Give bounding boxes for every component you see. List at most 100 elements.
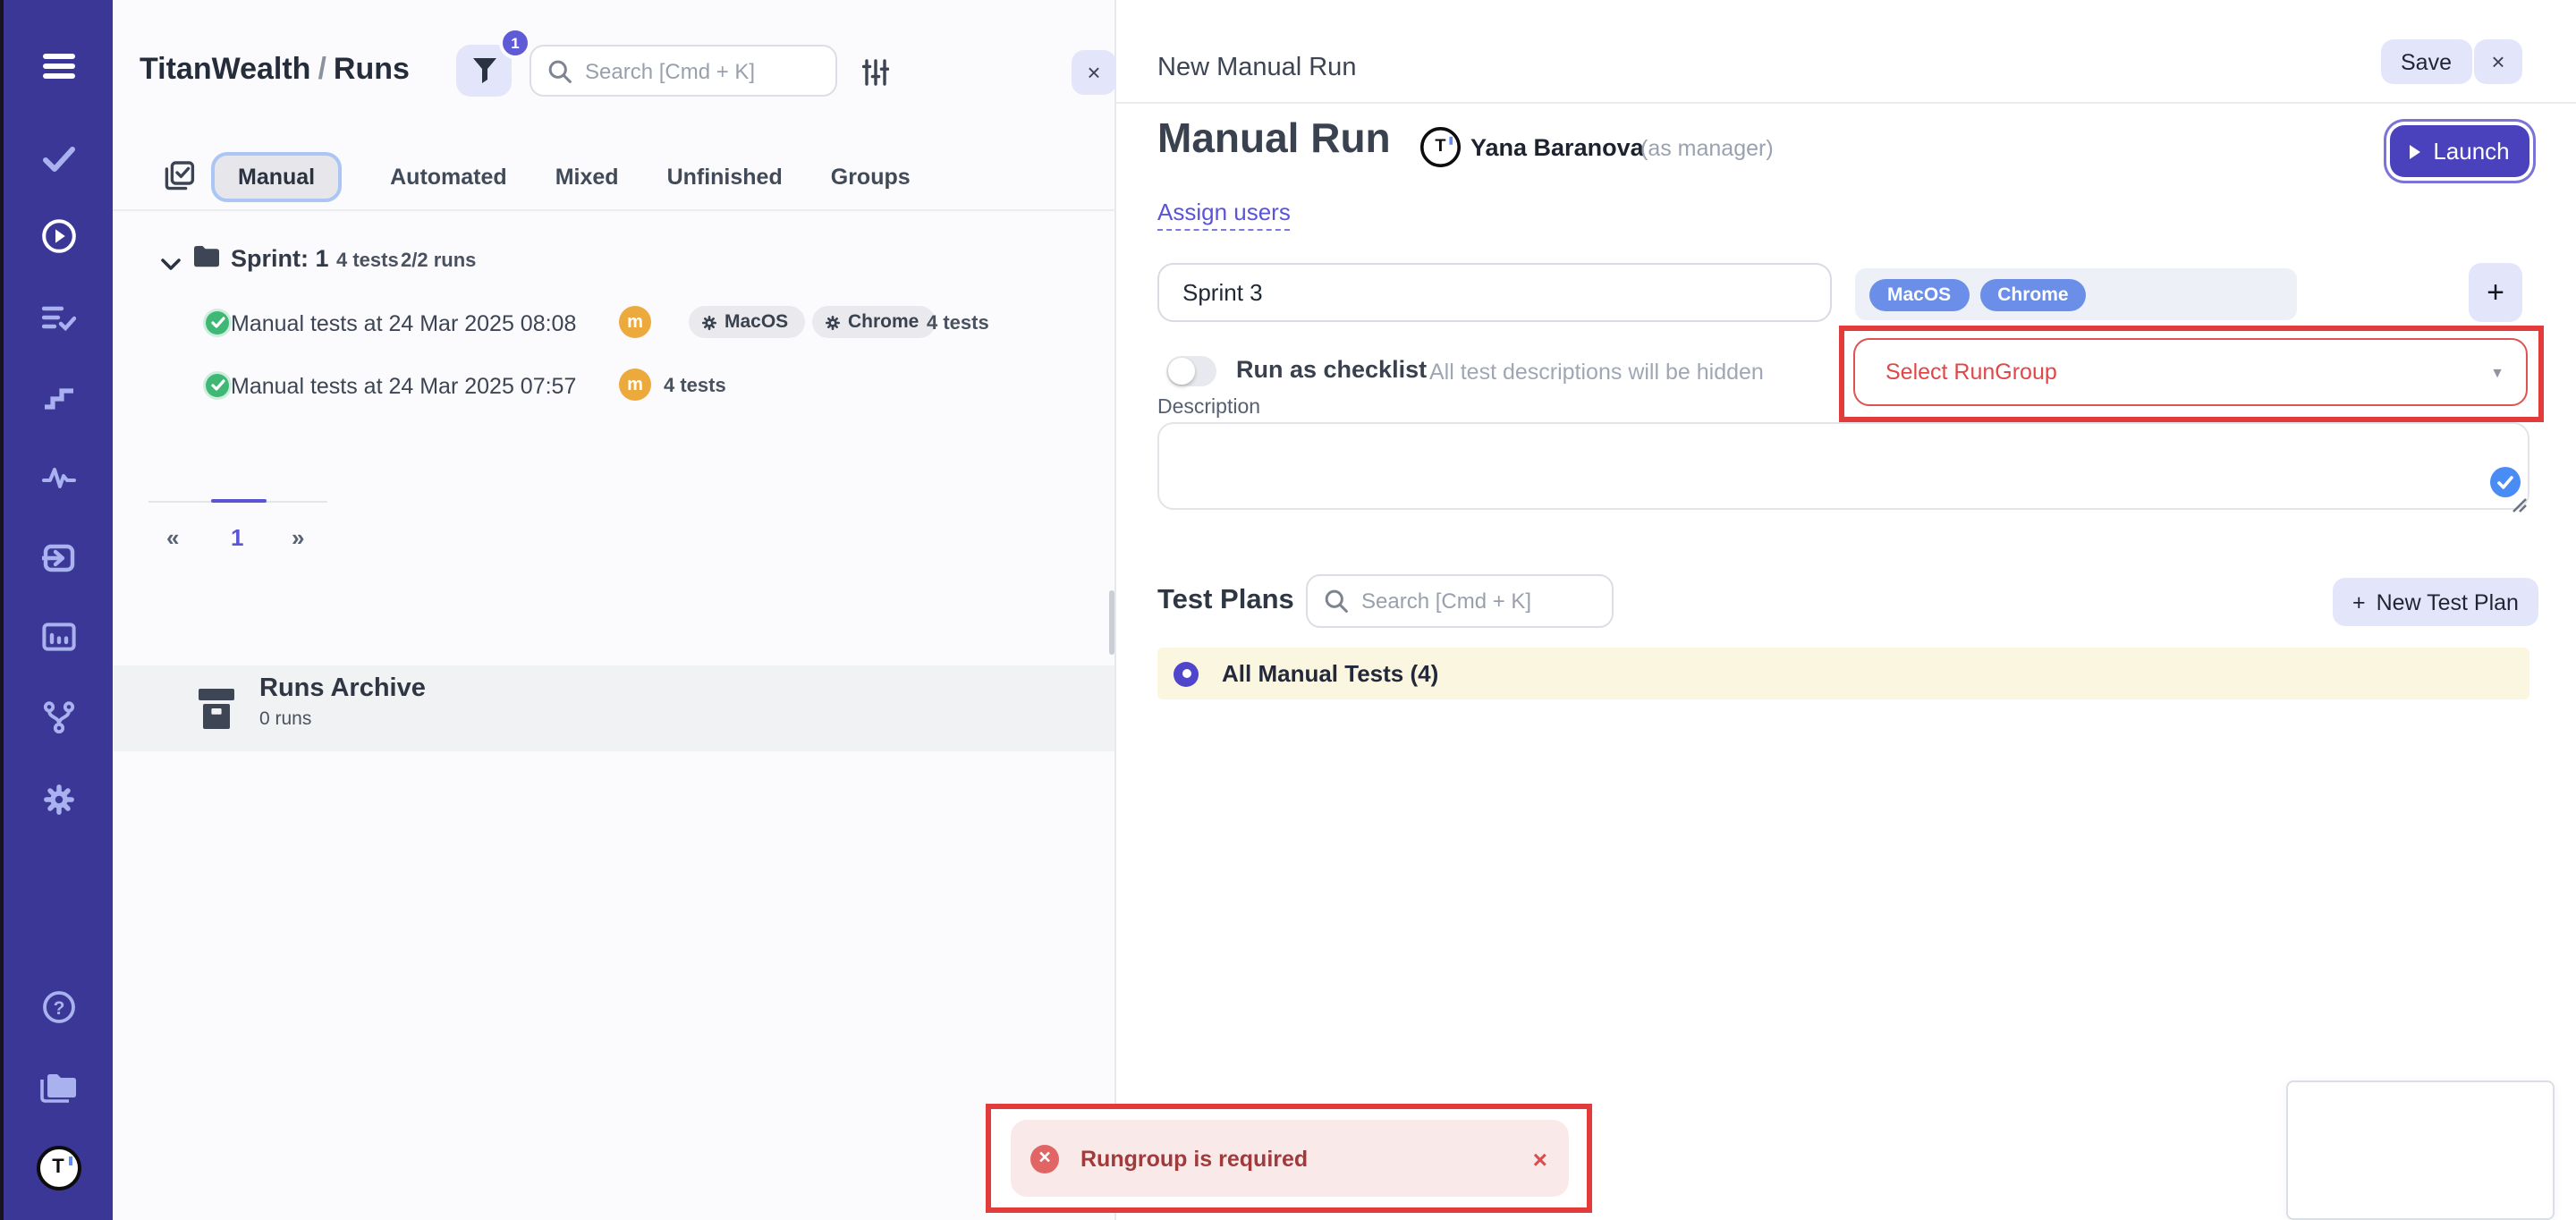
run-row[interactable]: Manual tests at 24 Mar 2025 08:08 m MacO… xyxy=(113,306,1116,342)
folder-icon[interactable] xyxy=(39,1072,77,1103)
test-plan-radio-icon[interactable] xyxy=(1174,661,1199,686)
settings-gear-icon[interactable] xyxy=(41,783,75,817)
archive-box-icon xyxy=(197,685,236,741)
pagination-next[interactable]: » xyxy=(292,524,304,551)
assign-users-link[interactable]: Assign users xyxy=(1157,199,1291,231)
new-run-panel: New Manual Run Save × Manual Run T Yana … xyxy=(1116,0,2576,1220)
run-type-tabs: Manual Automated Mixed Unfinished Groups xyxy=(113,150,1116,204)
tab-manual[interactable]: Manual xyxy=(211,152,342,202)
list-check-icon[interactable] xyxy=(41,305,75,332)
checklist-hint: All test descriptions will be hidden xyxy=(1429,360,1764,385)
env-pill-chrome: Chrome xyxy=(812,306,935,338)
runs-search-input[interactable] xyxy=(585,58,835,83)
resize-handle[interactable] xyxy=(2510,490,2528,522)
run-tests-count: 4 tests xyxy=(664,376,726,397)
test-plans-heading: Test Plans xyxy=(1157,585,1294,617)
divider xyxy=(113,209,1116,211)
steps-icon[interactable] xyxy=(42,385,74,410)
adjustments-icon[interactable] xyxy=(857,54,893,89)
breadcrumb: TitanWealth/Runs xyxy=(140,52,410,88)
pagination-page-1[interactable]: 1 xyxy=(231,524,243,551)
pagination-prev[interactable]: « xyxy=(166,524,179,551)
help-icon[interactable]: ? xyxy=(41,990,75,1024)
folder-runs-count: 2/2 runs xyxy=(401,250,476,272)
runs-search[interactable] xyxy=(530,45,837,97)
run-tests-count: 4 tests xyxy=(927,313,989,335)
svg-text:?: ? xyxy=(53,998,64,1019)
funnel-icon xyxy=(471,57,496,84)
panel-title: New Manual Run xyxy=(1157,54,1356,82)
search-icon xyxy=(547,58,572,83)
run-row[interactable]: Manual tests at 24 Mar 2025 07:57 m 4 te… xyxy=(113,369,1116,404)
test-plans-search-input[interactable] xyxy=(1361,589,1612,614)
test-plan-item-all-manual[interactable]: All Manual Tests (4) xyxy=(1157,648,2529,699)
breadcrumb-current: Runs xyxy=(334,52,410,86)
sprint-folder-row[interactable]: Sprint: 1 4 tests 2/2 runs xyxy=(113,241,1116,281)
branch-icon[interactable] xyxy=(42,701,74,733)
close-panel-button[interactable]: × xyxy=(1072,50,1116,95)
pagination-active-indicator xyxy=(211,499,267,503)
main-sidebar: ? T xyxy=(4,0,113,1220)
env-tag-macos[interactable]: MacOS xyxy=(1869,278,1969,310)
toast-message: Rungroup is required xyxy=(1080,1146,1308,1171)
plus-icon: + xyxy=(2352,589,2366,614)
add-environment-button[interactable]: + xyxy=(2469,263,2522,322)
manual-badge: m xyxy=(619,306,651,338)
archive-subtitle: 0 runs xyxy=(259,708,311,730)
bar-chart-icon[interactable] xyxy=(41,623,75,651)
play-circle-icon[interactable] xyxy=(40,218,76,254)
search-icon xyxy=(1324,589,1349,614)
env-pill-macos: MacOS xyxy=(689,306,804,338)
archive-title: Runs Archive xyxy=(259,674,426,703)
toast-close-icon[interactable]: × xyxy=(1533,1144,1547,1173)
check-icon[interactable] xyxy=(41,146,75,173)
play-icon xyxy=(2410,144,2420,158)
manager-avatar: T xyxy=(1420,127,1461,167)
runs-archive-row[interactable]: Runs Archive 0 runs xyxy=(113,665,1114,751)
environments-box[interactable]: MacOS Chrome xyxy=(1855,268,2297,320)
passed-status-icon xyxy=(206,374,229,397)
manager-name: Yana Baranova xyxy=(1470,134,1644,161)
gear-icon xyxy=(825,314,841,330)
tab-automated[interactable]: Automated xyxy=(390,152,507,202)
launch-button[interactable]: Launch xyxy=(2390,125,2529,177)
tab-groups[interactable]: Groups xyxy=(831,152,911,202)
tab-unfinished[interactable]: Unfinished xyxy=(667,152,783,202)
new-test-plan-button[interactable]: + New Test Plan xyxy=(2333,578,2538,626)
tab-mixed[interactable]: Mixed xyxy=(555,152,619,202)
run-title[interactable]: Manual tests at 24 Mar 2025 07:57 xyxy=(231,374,576,399)
app-logo[interactable]: T xyxy=(36,1146,80,1190)
folder-name[interactable]: Sprint: 1 xyxy=(231,245,329,272)
save-button[interactable]: Save xyxy=(2381,39,2471,84)
menu-icon[interactable] xyxy=(40,52,76,80)
description-label: Description xyxy=(1157,397,1260,419)
description-textarea[interactable] xyxy=(1157,422,2529,510)
checklist-label: Run as checklist xyxy=(1236,356,1427,383)
filter-count-badge: 1 xyxy=(499,27,531,59)
caret-down-icon: ▼ xyxy=(2490,364,2504,380)
breadcrumb-separator: / xyxy=(310,52,333,86)
rungroup-placeholder: Select RunGroup xyxy=(1885,360,2057,385)
app-window: ? T TitanWealth/Runs 1 × xyxy=(0,0,2576,1220)
pulse-icon[interactable] xyxy=(41,466,75,489)
toggle-knob xyxy=(1168,358,1195,385)
scrollbar-thumb[interactable] xyxy=(1109,590,1114,655)
run-name-input[interactable] xyxy=(1157,263,1832,322)
env-tag-chrome[interactable]: Chrome xyxy=(1979,278,2086,310)
breadcrumb-project[interactable]: TitanWealth xyxy=(140,52,310,86)
chevron-down-icon[interactable] xyxy=(161,249,181,281)
error-icon: ✕ xyxy=(1030,1144,1059,1173)
rungroup-select[interactable]: Select RunGroup ▼ xyxy=(1853,338,2528,406)
bulk-select-icon[interactable] xyxy=(165,161,195,200)
close-editor-button[interactable]: × xyxy=(2474,39,2522,84)
passed-status-icon xyxy=(206,311,229,335)
manual-badge: m xyxy=(619,369,651,401)
run-title-heading: Manual Run xyxy=(1157,114,1391,163)
sign-in-icon[interactable] xyxy=(41,543,75,573)
runs-list-panel: TitanWealth/Runs 1 × Manual Automated Mi… xyxy=(113,0,1116,1220)
divider xyxy=(1116,102,2576,104)
error-toast: ✕ Rungroup is required × xyxy=(1011,1120,1569,1197)
run-as-checklist-toggle[interactable] xyxy=(1166,356,1216,386)
test-plans-search[interactable] xyxy=(1306,574,1614,628)
run-title[interactable]: Manual tests at 24 Mar 2025 08:08 xyxy=(231,311,576,336)
